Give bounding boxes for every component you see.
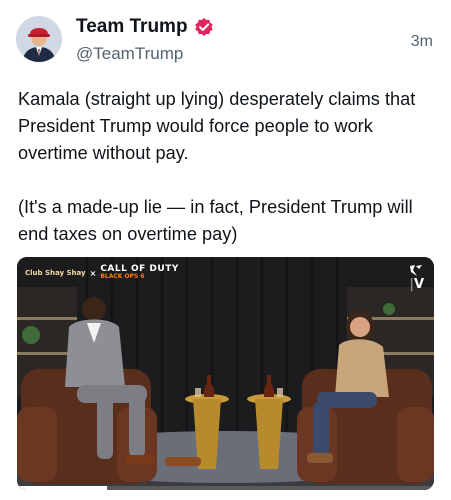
author-handle[interactable]: @TeamTrump (76, 44, 183, 64)
author-name[interactable]: Team Trump (76, 16, 188, 38)
brand-separator: × (89, 268, 97, 278)
call-of-duty-logo: CALL OF DUTY BLACK OPS 6 (100, 265, 179, 281)
post-timestamp[interactable]: 3m (411, 33, 433, 51)
fan-duel-tv-logo-icon: |V (409, 264, 424, 292)
avatar-image (16, 16, 62, 62)
brand-title: CALL OF DUTY (100, 264, 179, 274)
video-brand-overlay: Club Shay Shay × CALL OF DUTY BLACK OPS … (25, 265, 179, 281)
author-row: Team Trump (76, 16, 214, 38)
post-video[interactable]: Club Shay Shay × CALL OF DUTY BLACK OPS … (17, 257, 434, 490)
post-text: Kamala (straight up lying) desperately c… (18, 89, 416, 244)
verified-badge-icon (194, 17, 214, 37)
network-text: V (413, 277, 424, 292)
brand-subtitle: BLACK OPS 6 (100, 273, 145, 280)
brand-subtitle-text: Club Shay Shay (25, 269, 86, 277)
avatar[interactable] (16, 16, 62, 62)
video-frame (17, 257, 434, 490)
